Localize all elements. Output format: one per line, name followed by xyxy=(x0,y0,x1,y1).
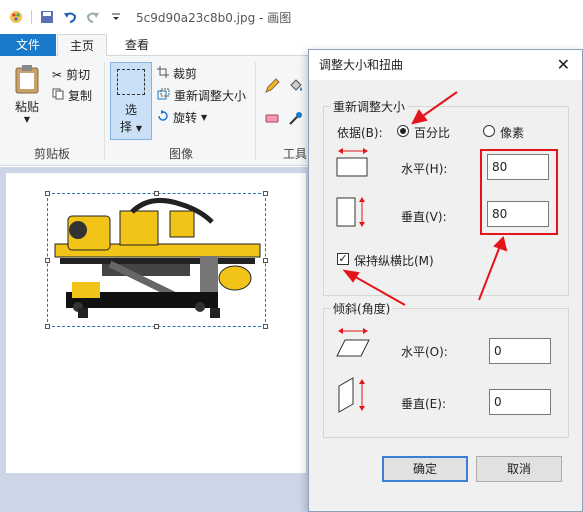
image-group-label: 图像 xyxy=(169,147,194,161)
resize-handle[interactable] xyxy=(45,191,50,196)
window-title: 5c9d90a23c8b0.jpg - 画图 xyxy=(136,10,292,25)
pencil-icon[interactable] xyxy=(264,78,280,97)
resize-handle[interactable] xyxy=(263,258,268,263)
copy-label: 复制 xyxy=(68,89,93,103)
dialog-title: 调整大小和扭曲 xyxy=(319,58,404,72)
ok-button[interactable]: 确定 xyxy=(382,456,468,482)
paste-button[interactable]: 粘贴 ▼ xyxy=(8,62,46,132)
undo-icon[interactable] xyxy=(62,9,78,25)
canvas[interactable] xyxy=(6,173,306,473)
horizontal-resize-icon xyxy=(335,146,371,181)
cut-label: 剪切 xyxy=(66,68,91,82)
keep-ratio-label[interactable]: 保持纵横比(M) xyxy=(354,252,434,269)
chevron-down-icon: ▼ xyxy=(23,115,31,124)
percent-label[interactable]: 百分比 xyxy=(414,124,450,141)
clipboard-group-label: 剪贴板 xyxy=(34,147,71,161)
skew-vertical-label: 垂直(E): xyxy=(401,397,446,411)
rotate-label: 旋转 xyxy=(173,111,198,125)
fill-bucket-icon[interactable] xyxy=(288,78,304,97)
skew-vertical-input[interactable]: 0 xyxy=(489,389,551,415)
tab-file[interactable]: 文件 xyxy=(0,34,56,56)
cancel-button[interactable]: 取消 xyxy=(476,456,562,482)
paint-app-icon[interactable] xyxy=(8,9,24,25)
copy-button[interactable]: 复制 xyxy=(52,87,92,104)
keep-ratio-checkbox[interactable]: ✓ xyxy=(337,253,349,265)
horizontal-label: 水平(H): xyxy=(401,162,448,176)
resize-group-label: 重新调整大小 xyxy=(331,98,408,115)
drilling-rig-image xyxy=(50,196,263,324)
by-label: 依据(B): xyxy=(337,126,383,140)
resize-handle[interactable] xyxy=(45,324,50,329)
tab-home[interactable]: 主页 xyxy=(57,34,107,57)
vertical-label: 垂直(V): xyxy=(401,210,447,224)
resize-icon xyxy=(157,88,170,103)
divider xyxy=(104,62,105,160)
customize-toolbar-icon[interactable] xyxy=(108,9,124,25)
resize-button[interactable]: 重新调整大小 xyxy=(157,87,246,104)
save-icon[interactable] xyxy=(39,9,55,25)
horizontal-skew-icon xyxy=(335,326,371,363)
tools-group-label: 工具 xyxy=(283,147,308,161)
resize-handle[interactable] xyxy=(263,191,268,196)
vertical-skew-icon xyxy=(335,376,371,417)
redo-icon[interactable] xyxy=(85,9,101,25)
pixels-radio[interactable] xyxy=(483,125,495,137)
select-label-2: 择 ▼ xyxy=(111,118,151,135)
resize-skew-dialog: 调整大小和扭曲 ✕ 重新调整大小 依据(B): 百分比 像素 水平(H): 80… xyxy=(308,49,583,512)
crop-label: 裁剪 xyxy=(173,67,198,81)
select-label-2-text: 择 xyxy=(120,120,133,134)
resize-handle[interactable] xyxy=(154,191,159,196)
percent-radio[interactable] xyxy=(397,125,409,137)
color-picker-icon[interactable] xyxy=(288,110,304,129)
cut-button[interactable]: ✂ 剪切 xyxy=(52,66,90,83)
dialog-title-bar: 调整大小和扭曲 ✕ xyxy=(309,50,582,80)
scissors-icon: ✂ xyxy=(52,67,63,82)
chevron-down-icon: ▼ xyxy=(135,124,142,133)
resize-handle[interactable] xyxy=(45,258,50,263)
close-icon[interactable]: ✕ xyxy=(557,50,570,80)
eraser-icon[interactable] xyxy=(264,110,280,129)
quick-access-toolbar xyxy=(0,9,124,25)
resize-handle[interactable] xyxy=(154,324,159,329)
select-label-1: 选 xyxy=(124,103,137,117)
crop-icon xyxy=(157,66,169,81)
selection-box[interactable] xyxy=(45,191,268,329)
select-button[interactable]: 选 择 ▼ xyxy=(110,62,152,140)
pixels-label[interactable]: 像素 xyxy=(500,124,524,141)
vertical-resize-icon xyxy=(335,194,371,233)
resize-handle[interactable] xyxy=(263,324,268,329)
paste-label: 粘贴 xyxy=(14,100,39,114)
tab-view[interactable]: 查看 xyxy=(112,34,162,56)
rotate-icon xyxy=(157,110,169,125)
divider xyxy=(255,62,256,160)
title-bar: 5c9d90a23c8b0.jpg - 画图 xyxy=(0,0,583,34)
rotate-button[interactable]: 旋转 ▼ xyxy=(157,109,207,126)
copy-icon xyxy=(52,88,64,103)
chevron-down-icon: ▼ xyxy=(201,113,208,122)
skew-group-label: 倾斜(角度) xyxy=(331,300,393,317)
highlight-box xyxy=(480,149,558,235)
resize-label: 重新调整大小 xyxy=(174,89,247,103)
clipboard-icon xyxy=(14,64,40,94)
selection-rectangle-icon xyxy=(117,69,145,95)
skew-horizontal-label: 水平(O): xyxy=(401,345,448,359)
skew-horizontal-input[interactable]: 0 xyxy=(489,338,551,364)
crop-button[interactable]: 裁剪 xyxy=(157,65,197,82)
